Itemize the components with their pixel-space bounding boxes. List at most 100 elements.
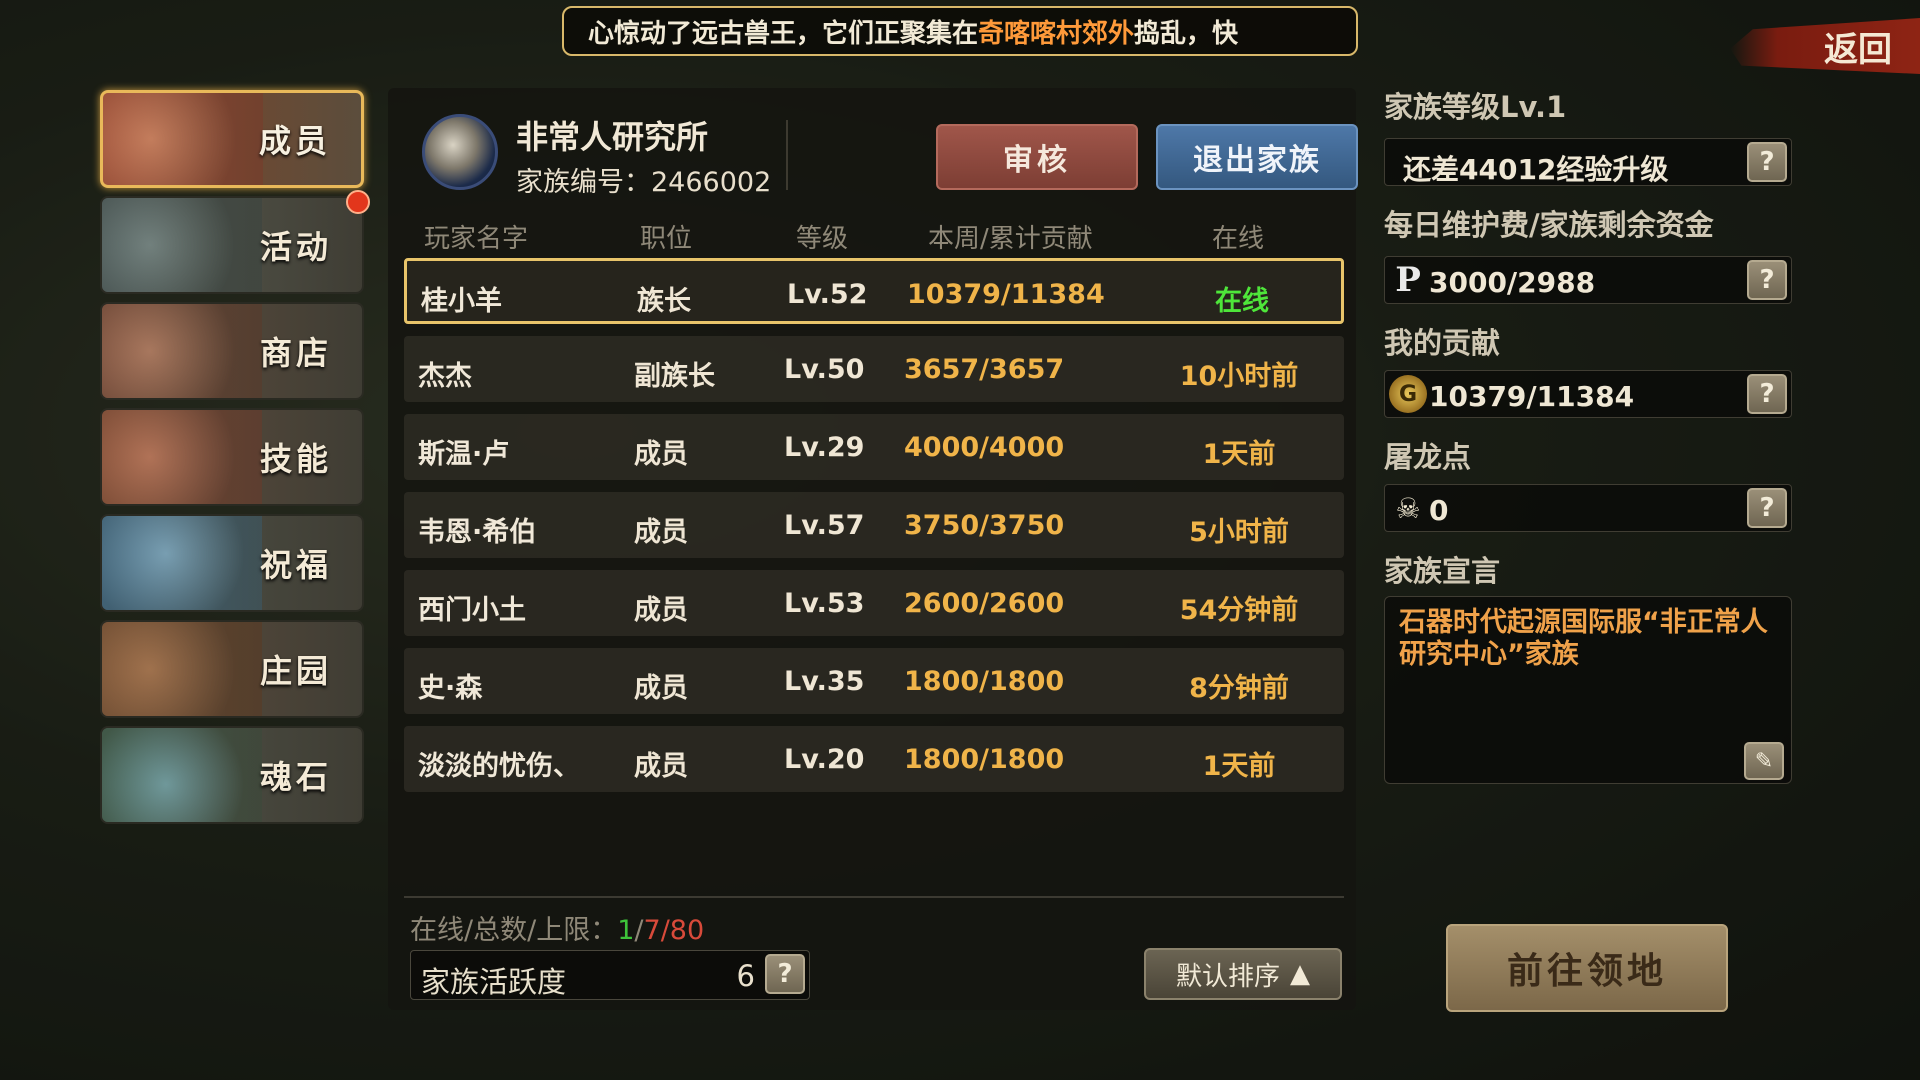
goto-territory-button[interactable]: 前往领地 [1446,924,1728,1012]
edit-pencil-icon[interactable]: ✎ [1744,742,1784,780]
table-row[interactable]: 斯温·卢 成员 Lv.29 4000/4000 1天前 [404,414,1344,480]
member-level: Lv.35 [784,666,865,697]
column-header-name: 玩家名字 [424,224,529,254]
member-name: 斯温·卢 [418,439,510,470]
members-panel: 非常人研究所 家族编号：2466002 审核 退出家族 玩家名字 职位 等级 本… [388,88,1358,1010]
sidebar-item-soulstone[interactable]: 魂石 [100,726,364,824]
review-button[interactable]: 审核 [936,124,1138,190]
table-row[interactable]: 史·森 成员 Lv.35 1800/1800 8分钟前 [404,648,1344,714]
dragon-points-box: ☠ 0 ? [1384,484,1792,532]
member-contribution: 1800/1800 [904,666,1065,697]
sidebar-item-manor[interactable]: 庄园 [100,620,364,718]
sidebar-item-activity[interactable]: 活动 [100,196,364,294]
table-row[interactable]: 杰杰 副族长 Lv.50 3657/3657 10小时前 [404,336,1344,402]
member-position: 成员 [634,517,688,548]
family-activity-box: 家族活跃度 6 ? [410,950,810,1000]
upkeep-help-icon[interactable]: ? [1747,260,1787,300]
p-currency-icon: P [1395,260,1421,300]
activity-portrait-icon [102,198,262,292]
column-header-position: 职位 [640,224,693,254]
table-row[interactable]: 西门小土 成员 Lv.53 2600/2600 54分钟前 [404,570,1344,636]
member-online-status: 1天前 [1202,439,1276,470]
column-header-level: 等级 [796,224,849,254]
member-contribution: 3657/3657 [904,354,1065,385]
member-limit: 80 [669,915,705,946]
sidebar-item-label: 技能 [259,440,332,478]
table-row[interactable]: 桂小羊 族长 Lv.52 10379/11384 在线 [404,258,1344,324]
quit-family-button[interactable]: 退出家族 [1156,124,1358,190]
member-level: Lv.53 [784,588,865,619]
activity-help-icon[interactable]: ? [765,954,805,994]
dragon-help-icon[interactable]: ? [1747,488,1787,528]
member-contribution: 1800/1800 [904,744,1065,775]
header-divider [786,120,788,190]
upkeep-label: 每日维护费/家族剩余资金 [1384,208,1714,242]
announcement-marquee: 心惊动了远古兽王，它们正聚集在 奇喀喀村郊外 捣乱，快 [562,6,1358,56]
member-position: 成员 [634,595,688,626]
member-online-status: 10小时前 [1179,361,1299,392]
family-name: 非常人研究所 [516,118,709,156]
back-label: 返回 [1824,29,1892,70]
activity-label: 家族活跃度 [421,965,567,999]
column-header-online: 在线 [1212,224,1265,254]
member-name: 韦恩·希伯 [418,517,537,548]
member-online-status: 54分钟前 [1179,595,1299,626]
manor-portrait-icon [102,622,262,716]
sidebar-item-members[interactable]: 成员 [100,90,364,188]
sidebar-item-skills[interactable]: 技能 [100,408,364,506]
upkeep-box: P 3000/2988 ? [1384,256,1792,304]
level-help-icon[interactable]: ? [1747,142,1787,182]
family-id: 家族编号：2466002 [516,160,771,199]
marquee-highlight: 奇喀喀村郊外 [978,18,1135,49]
family-emblem-icon [422,114,498,190]
marquee-suffix: 捣乱，快 [1134,18,1239,49]
member-online-status: 在线 [1215,286,1269,317]
g-coin-icon: G [1389,375,1427,413]
my-contribution-label: 我的贡献 [1384,326,1501,360]
members-portrait-icon [103,93,263,185]
family-id-value: 2466002 [651,167,772,198]
member-contribution: 10379/11384 [907,279,1105,310]
sidebar-item-label: 祝福 [259,546,332,584]
blessing-crystal-icon [102,516,262,610]
sidebar-item-label: 商店 [259,334,332,372]
member-online-status: 8分钟前 [1189,673,1289,704]
dragon-skull-icon: ☠ [1395,491,1421,525]
marquee-prefix: 心惊动了远古兽王，它们正聚集在 [588,18,979,49]
sort-label: 默认排序 [1175,961,1280,992]
my-contribution-value: 10379/11384 [1429,380,1635,413]
soulstone-gem-icon [102,728,262,822]
stats-label: 在线/总数/上限： [410,915,618,946]
member-position: 成员 [634,673,688,704]
sort-button[interactable]: 默认排序 ▲ [1144,948,1342,1000]
member-contribution: 4000/4000 [904,432,1065,463]
contribution-help-icon[interactable]: ? [1747,374,1787,414]
column-header-contribution: 本周/累计贡献 [928,224,1093,254]
member-contribution: 3750/3750 [904,510,1065,541]
family-id-label: 家族编号： [516,167,651,198]
member-position: 族长 [637,286,691,317]
shop-portrait-icon [102,304,262,398]
table-row[interactable]: 淡淡的忧伤、 成员 Lv.20 1800/1800 1天前 [404,726,1344,792]
footer-divider [404,896,1344,898]
member-position: 副族长 [634,361,715,392]
member-name: 桂小羊 [421,286,502,317]
member-name: 史·森 [418,673,483,704]
table-row[interactable]: 韦恩·希伯 成员 Lv.57 3750/3750 5小时前 [404,492,1344,558]
member-count-stats: 在线/总数/上限：1/7/80 [410,915,705,946]
family-header: 非常人研究所 家族编号：2466002 审核 退出家族 [404,102,1358,202]
my-contribution-box: G 10379/11384 ? [1384,370,1792,418]
member-name: 杰杰 [418,361,472,392]
activity-value: 6 [736,959,755,993]
notification-dot [346,190,370,214]
member-level: Lv.50 [784,354,865,385]
sidebar-item-shop[interactable]: 商店 [100,302,364,400]
upkeep-value: 3000/2988 [1429,266,1596,299]
dragon-points-label: 屠龙点 [1384,440,1472,474]
table-header: 玩家名字 职位 等级 本周/累计贡献 在线 [404,208,1344,258]
member-name: 淡淡的忧伤、 [418,751,580,782]
total-count: 7 [643,915,661,946]
sidebar-item-blessing[interactable]: 祝福 [100,514,364,612]
member-list: 桂小羊 族长 Lv.52 10379/11384 在线 杰杰 副族长 Lv.50… [404,258,1344,804]
member-name: 西门小土 [418,595,526,626]
